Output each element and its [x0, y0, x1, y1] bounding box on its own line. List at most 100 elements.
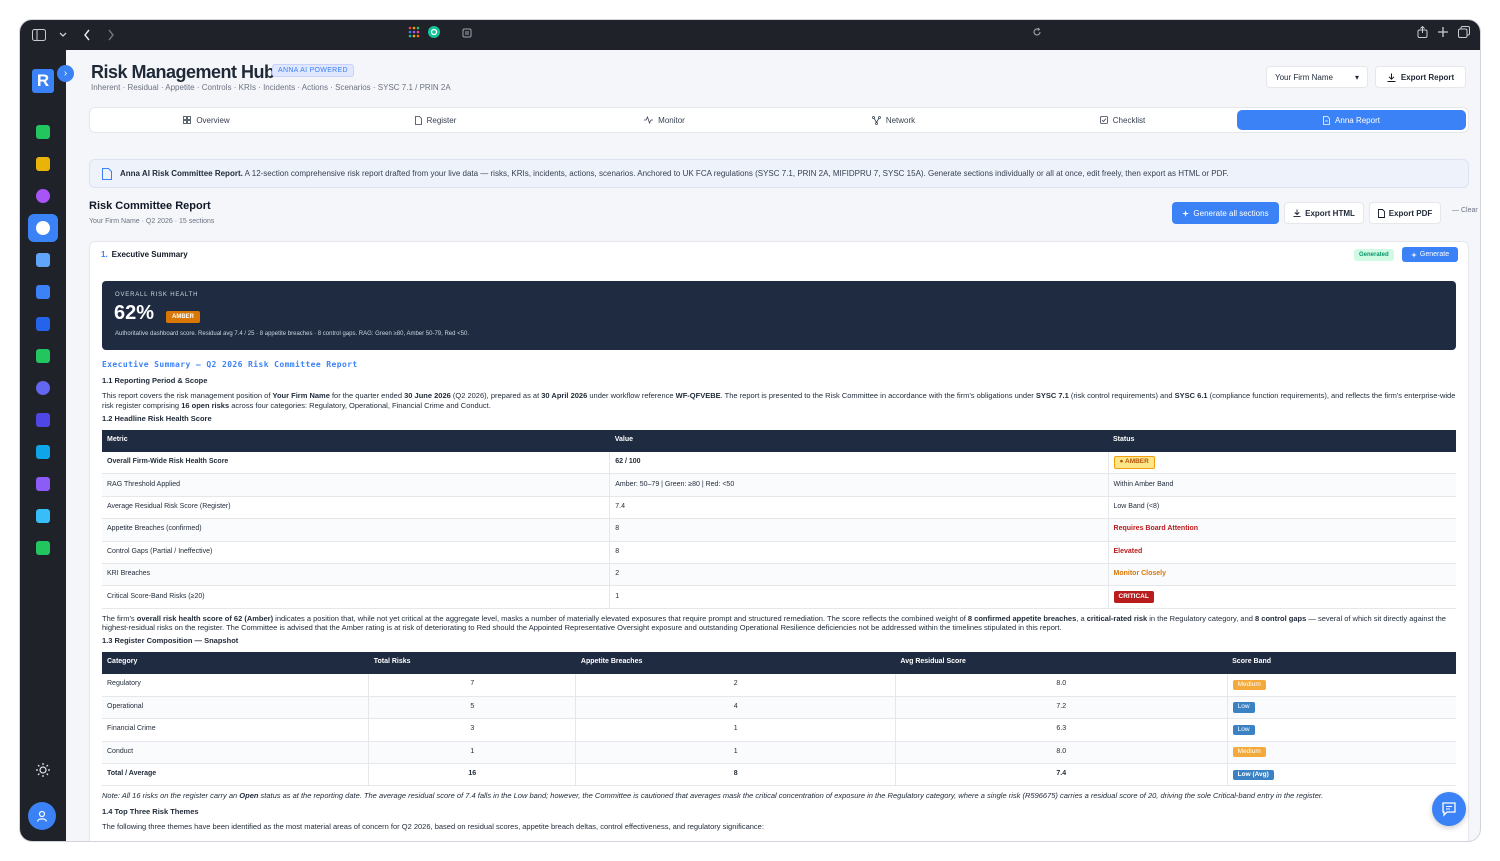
subheading-1-4: 1.4 Top Three Risk Themes — [102, 806, 199, 816]
theme-toggle[interactable] — [28, 756, 58, 784]
monitor-icon — [36, 317, 50, 331]
text: across four categories: Regulatory, Oper… — [229, 400, 491, 410]
sidebar-item-documents[interactable] — [28, 118, 58, 146]
table-row: Appetite Breaches (confirmed) 8 Requires… — [102, 518, 1456, 542]
score-band-badge: Low (Avg) — [1232, 769, 1274, 780]
sidebar-item-risk[interactable] — [28, 214, 58, 242]
tab-register[interactable]: Register — [321, 110, 550, 130]
text-bold: Open — [239, 791, 259, 801]
apps-grid-icon[interactable] — [408, 26, 420, 41]
tab-label: Anna Report — [1335, 115, 1380, 125]
table-row: RAG Threshold Applied Amber: 50–79 | Gre… — [102, 473, 1456, 497]
export-html-button[interactable]: Export HTML — [1284, 202, 1364, 224]
sidebar-item-target[interactable] — [28, 374, 58, 402]
text: (Q2 2026), prepared as at — [450, 391, 542, 401]
network-icon — [871, 115, 881, 125]
reload-icon[interactable] — [1032, 26, 1042, 40]
grammarly-icon[interactable] — [428, 26, 440, 41]
export-report-button[interactable]: Export Report — [1375, 66, 1466, 88]
text-bold: Your Firm Name — [272, 391, 330, 401]
chart-icon — [36, 253, 50, 267]
table-header: Metric — [102, 429, 610, 452]
grid-icon — [183, 116, 192, 124]
firm-select[interactable]: Your Firm Name ▾ — [1266, 66, 1368, 88]
table-cell: Control Gaps (Partial / Ineffective) — [102, 541, 611, 564]
user-avatar[interactable] — [28, 802, 56, 830]
chevron-down-icon[interactable] — [54, 26, 72, 44]
clear-button[interactable]: — Clear — [1452, 207, 1478, 214]
sidebar-item-training[interactable] — [28, 310, 58, 338]
table-cell: 7.4 — [895, 763, 1228, 787]
info-banner: Anna AI Risk Committee Report. A 12-sect… — [89, 159, 1469, 188]
table-cell: 7 — [368, 673, 577, 697]
tab-network[interactable]: Network — [779, 110, 1008, 130]
report-meta: Your Firm Name · Q2 2026 · 15 sections — [89, 218, 215, 225]
user-icon — [36, 810, 48, 822]
sidebar-toggle-icon[interactable] — [30, 26, 48, 44]
table-cell: Medium — [1227, 673, 1456, 697]
report-icon — [1323, 115, 1330, 125]
tab-anna-report[interactable]: Anna Report — [1237, 110, 1466, 130]
new-tab-icon[interactable] — [1438, 26, 1448, 41]
generate-all-button[interactable]: Generate all sections — [1172, 202, 1279, 224]
table-cell: 2 — [609, 563, 1109, 587]
sidebar-item-reports[interactable] — [28, 502, 58, 530]
banner-text: Anna AI Risk Committee Report. A 12-sect… — [120, 169, 1229, 178]
tab-overview[interactable]: Overview — [92, 110, 321, 130]
text-bold: 30 April 2026 — [541, 391, 588, 401]
table-cell: Critical Score-Band Risks (≥20) — [102, 585, 611, 609]
share-icon[interactable] — [1417, 25, 1428, 41]
sidebar-item-news[interactable] — [28, 278, 58, 306]
table-cell: 16 — [368, 763, 577, 787]
tab-monitor[interactable]: Monitor — [550, 110, 779, 130]
tab-page-icon[interactable] — [462, 27, 472, 41]
tabs-overview-icon[interactable] — [1458, 26, 1470, 41]
sidebar-item-lists[interactable] — [28, 470, 58, 498]
table-cell: Low Band (<8) — [1108, 496, 1456, 520]
sidebar-item-security[interactable] — [28, 438, 58, 466]
sidebar-item-people[interactable] — [28, 182, 58, 210]
table-cell: Low — [1227, 696, 1456, 720]
table-cell: Low (Avg) — [1227, 763, 1456, 787]
sidebar-item-analytics[interactable] — [28, 246, 58, 274]
sidebar-item-calendar[interactable] — [28, 150, 58, 178]
tab-label: Register — [426, 115, 457, 125]
sidebar-item-store[interactable] — [28, 406, 58, 434]
forward-icon[interactable] — [102, 26, 120, 44]
status-badge: Generated — [1354, 249, 1394, 261]
table-cell: 8 — [575, 763, 896, 787]
app-logo[interactable]: R — [32, 69, 54, 93]
sidebar-item-compliance[interactable] — [28, 342, 58, 370]
table-cell: Conduct — [102, 741, 370, 764]
sparkle-icon — [1182, 209, 1190, 217]
sparkle-icon — [1410, 251, 1417, 258]
sidebar-collapse-button[interactable]: › — [57, 65, 74, 82]
tab-checklist[interactable]: Checklist — [1008, 110, 1237, 130]
table-header: Score Band — [1227, 651, 1456, 674]
table-cell: RAG Threshold Applied — [102, 473, 611, 497]
generate-section-button[interactable]: Generate — [1402, 247, 1458, 262]
report-section-executive-summary: 1. Executive Summary Generated Generate O… — [89, 241, 1469, 841]
paragraph-1-4: The following three themes have been ide… — [102, 822, 764, 832]
table-cell: Financial Crime — [102, 718, 370, 742]
health-score-table: Metric Value Status Overall Firm-Wide Ri… — [102, 429, 1456, 609]
score-band-badge: Medium — [1232, 747, 1266, 758]
export-html-label: Export HTML — [1305, 208, 1355, 218]
critical-badge: CRITICAL — [1113, 590, 1154, 604]
health-score: 62% — [114, 302, 155, 324]
tab-label: Overview — [196, 115, 230, 125]
table-cell: 5 — [368, 696, 577, 720]
report-icon — [36, 509, 50, 523]
text-bold: SYSC 6.1 — [1174, 391, 1208, 401]
banner-title: Anna AI Risk Committee Report. — [120, 169, 243, 178]
table-cell: Overall Firm-Wide Risk Health Score — [102, 451, 611, 475]
document-icon — [102, 167, 112, 180]
chat-button[interactable] — [1432, 792, 1466, 826]
sidebar-item-payments[interactable] — [28, 534, 58, 562]
text-bold: overall risk health score of 62 (Amber) — [136, 613, 274, 623]
text-bold: 16 open risks — [181, 400, 230, 410]
pulse-icon — [644, 116, 654, 124]
section-heading[interactable]: 1. Executive Summary — [101, 250, 188, 259]
back-icon[interactable] — [78, 26, 96, 44]
export-pdf-button[interactable]: Export PDF — [1369, 202, 1441, 224]
